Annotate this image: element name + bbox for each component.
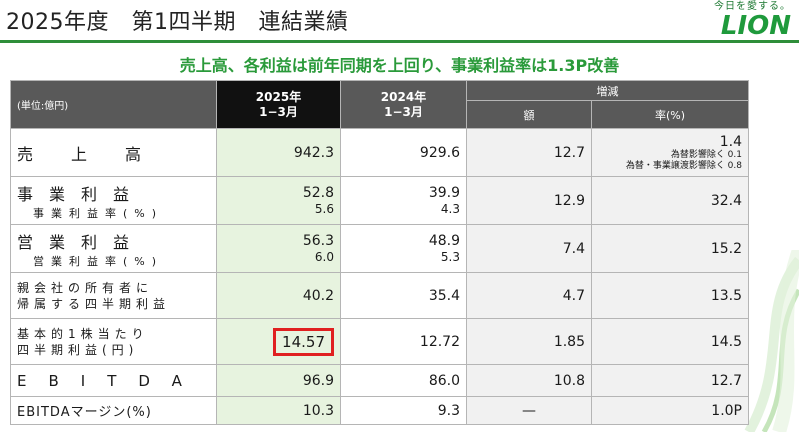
company-logo: 今日を愛する。 LION — [681, 1, 791, 43]
row-label: 親会社の所有者に 帰属する四半期利益 — [10, 272, 217, 319]
previous-year: 2024年 — [380, 89, 427, 104]
change-rate: 1.4 為替影響除く 0.1 為替・事業譲渡影響除く 0.8 — [591, 128, 749, 177]
previous-months: 1−3月 — [384, 104, 423, 119]
unit-label: (単位:億円) — [10, 80, 217, 129]
fx-note: 為替影響除く 0.1 — [670, 149, 742, 160]
change-rate: 15.2 — [591, 224, 749, 273]
change-amount: — — [466, 396, 592, 425]
change-amount: 4.7 — [466, 272, 592, 319]
row-label: 基本的1株当たり 四半期利益(円) — [10, 318, 217, 365]
table-row: EBITDAマージン(%) 10.3 9.3 — 1.0P — [10, 396, 749, 425]
current-year: 2025年 — [255, 89, 302, 104]
table-row: 事業利益 事業利益率(%) 52.8 5.6 39.9 4.3 12.9 32.… — [10, 176, 749, 225]
change-amount: 7.4 — [466, 224, 592, 273]
previous-value: 39.9 4.3 — [340, 176, 467, 225]
slide-title: 2025年度 第1四半期 連結業績 — [6, 10, 349, 35]
current-value: 942.3 — [216, 128, 341, 177]
previous-value: 929.6 — [340, 128, 467, 177]
row-label: 営業利益 営業利益率(%) — [10, 224, 217, 273]
table-row: 売上高 942.3 929.6 12.7 1.4 為替影響除く 0.1 為替・事… — [10, 128, 749, 177]
change-rate: 14.5 — [591, 318, 749, 365]
row-label: EBITDA — [10, 364, 217, 397]
current-value: 56.3 6.0 — [216, 224, 341, 273]
results-table: (単位:億円) 2025年 1−3月 2024年 1−3月 増減 額 率(%) … — [10, 80, 749, 425]
change-rate: 12.7 — [591, 364, 749, 397]
table-row: EBITDA 96.9 86.0 10.8 12.7 — [10, 364, 749, 397]
table-row: 親会社の所有者に 帰属する四半期利益 40.2 35.4 4.7 13.5 — [10, 272, 749, 319]
previous-period-header: 2024年 1−3月 — [340, 80, 467, 129]
change-amount: 12.7 — [466, 128, 592, 177]
previous-value: 9.3 — [340, 396, 467, 425]
change-rate: 1.0P — [591, 396, 749, 425]
row-label: 売上高 — [10, 128, 217, 177]
headline: 売上高、各利益は前年同期を上回り、事業利益率は1.3P改善 — [179, 56, 620, 75]
current-value: 14.57 — [216, 318, 341, 365]
change-rate: 32.4 — [591, 176, 749, 225]
current-months: 1−3月 — [259, 104, 298, 119]
change-header: 増減 — [466, 80, 749, 101]
current-value: 96.9 — [216, 364, 341, 397]
previous-value: 48.9 5.3 — [340, 224, 467, 273]
current-value: 10.3 — [216, 396, 341, 425]
previous-value: 35.4 — [340, 272, 467, 319]
change-amount-header: 額 — [466, 100, 592, 129]
highlighted-eps-value: 14.57 — [273, 327, 334, 356]
previous-value: 12.72 — [340, 318, 467, 365]
fx-divestiture-note: 為替・事業譲渡影響除く 0.8 — [625, 160, 742, 171]
change-rate-header: 率(%) — [591, 100, 749, 129]
row-label: EBITDAマージン(%) — [10, 396, 217, 425]
change-rate: 13.5 — [591, 272, 749, 319]
current-value: 40.2 — [216, 272, 341, 319]
title-divider — [0, 40, 799, 43]
table-row: 営業利益 営業利益率(%) 56.3 6.0 48.9 5.3 7.4 15.2 — [10, 224, 749, 273]
previous-value: 86.0 — [340, 364, 467, 397]
change-amount: 12.9 — [466, 176, 592, 225]
current-value: 52.8 5.6 — [216, 176, 341, 225]
change-amount: 1.85 — [466, 318, 592, 365]
change-amount: 10.8 — [466, 364, 592, 397]
row-label: 事業利益 事業利益率(%) — [10, 176, 217, 225]
table-row: 基本的1株当たり 四半期利益(円) 14.57 12.72 1.85 14.5 — [10, 318, 749, 365]
current-period-header: 2025年 1−3月 — [216, 80, 341, 129]
logo-wordmark: LION — [720, 11, 791, 41]
